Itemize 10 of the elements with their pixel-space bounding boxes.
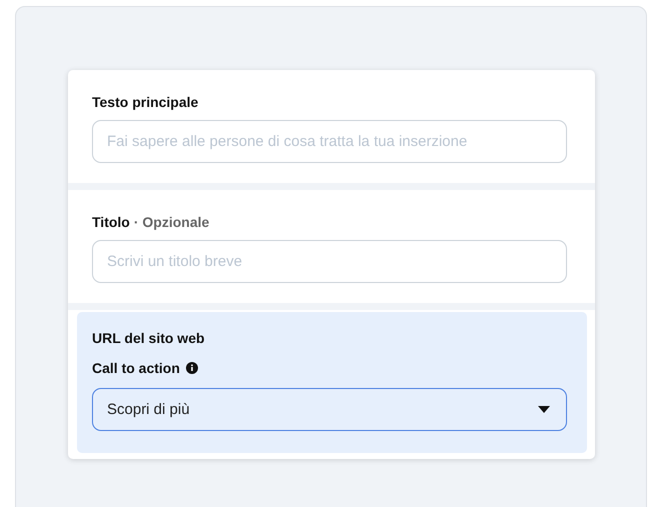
input-field[interactable]: Fai sapere alle persone di cosa tratta la tua inserzione <box>92 120 567 163</box>
field-label: URL del sito web <box>92 330 206 346</box>
input-field[interactable]: Scrivi un titolo breve <box>92 240 567 283</box>
field-label: Titolo <box>92 214 130 230</box>
field-label: Call to action <box>92 360 180 376</box>
dropdown[interactable]: Scopri di più <box>92 388 567 431</box>
info-icon[interactable] <box>186 362 198 374</box>
optional-label: · Opzionale <box>134 214 210 230</box>
caret-icon <box>538 406 550 413</box>
field-label: Testo principale <box>92 94 198 110</box>
